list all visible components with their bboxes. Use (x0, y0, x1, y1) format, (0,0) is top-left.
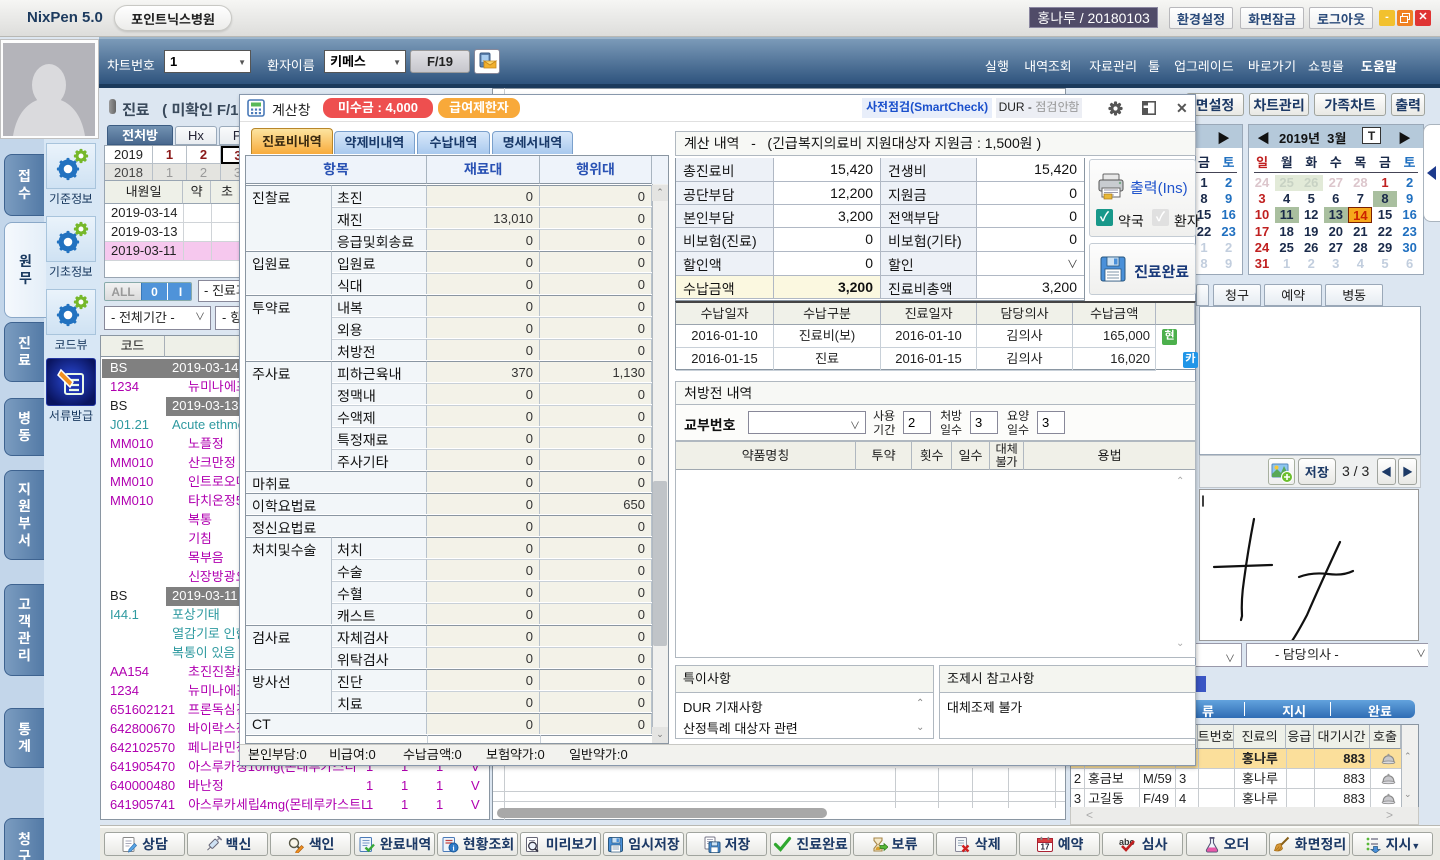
svg-text:i: i (452, 843, 454, 852)
svg-text:17: 17 (1040, 842, 1049, 851)
